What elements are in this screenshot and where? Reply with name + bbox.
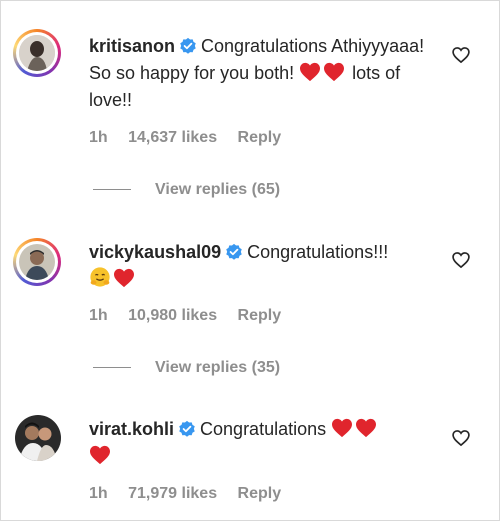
comment-body: Congratulations xyxy=(200,419,327,439)
hugging-face-emoji-icon xyxy=(90,267,110,287)
comment-text: kritisanon Congratulations Athiyyyaaa! So… xyxy=(89,33,434,114)
red-heart-emoji-icon xyxy=(90,445,110,465)
comment-text: vickykaushal09 Congratulations!!! xyxy=(89,239,434,293)
username-link[interactable]: vickykaushal09 xyxy=(89,242,221,262)
comment-time: 1h xyxy=(89,485,108,502)
red-heart-emoji-icon xyxy=(332,418,353,438)
view-replies-button[interactable]: View replies (35) xyxy=(93,359,280,377)
comment-meta: 1h 14,637 likes Reply xyxy=(89,129,297,147)
divider-line xyxy=(93,367,131,369)
verified-badge-icon xyxy=(179,420,195,437)
divider-line xyxy=(93,189,131,191)
red-heart-emoji-icon xyxy=(114,268,134,288)
username-link[interactable]: kritisanon xyxy=(89,36,175,56)
verified-badge-icon xyxy=(226,243,242,260)
red-heart-emoji-icon xyxy=(300,62,321,82)
like-heart-icon[interactable] xyxy=(451,45,471,65)
avatar-kritisanon[interactable] xyxy=(13,29,61,77)
reply-button[interactable]: Reply xyxy=(238,485,282,502)
comment-body: Congratulations!!! xyxy=(247,242,389,262)
view-replies-button[interactable]: View replies (65) xyxy=(93,181,280,199)
likes-count[interactable]: 71,979 likes xyxy=(128,485,217,502)
red-heart-emoji-icon xyxy=(324,62,345,82)
red-heart-emoji-icon xyxy=(356,418,377,438)
like-heart-icon[interactable] xyxy=(451,428,471,448)
comment-time: 1h xyxy=(89,307,108,324)
comment-meta: 1h 10,980 likes Reply xyxy=(89,307,297,325)
reply-button[interactable]: Reply xyxy=(238,129,282,146)
reply-button[interactable]: Reply xyxy=(238,307,282,324)
username-link[interactable]: virat.kohli xyxy=(89,419,174,439)
view-replies-label: View replies (35) xyxy=(155,359,281,376)
avatar-virat-kohli[interactable] xyxy=(15,415,61,461)
avatar-vickykaushal09[interactable] xyxy=(13,238,61,286)
comment-time: 1h xyxy=(89,129,108,146)
view-replies-label: View replies (65) xyxy=(155,181,281,198)
avatar-photo-virat-kohli xyxy=(15,415,61,461)
avatar-photo-vickykaushal09 xyxy=(19,244,55,280)
comment-text: virat.kohli Congratulations xyxy=(89,416,434,470)
likes-count[interactable]: 14,637 likes xyxy=(128,129,217,146)
comment-meta: 1h 71,979 likes Reply xyxy=(89,485,297,503)
verified-badge-icon xyxy=(180,37,196,54)
likes-count[interactable]: 10,980 likes xyxy=(128,307,217,324)
like-heart-icon[interactable] xyxy=(451,250,471,270)
avatar-photo-kritisanon xyxy=(19,35,55,71)
